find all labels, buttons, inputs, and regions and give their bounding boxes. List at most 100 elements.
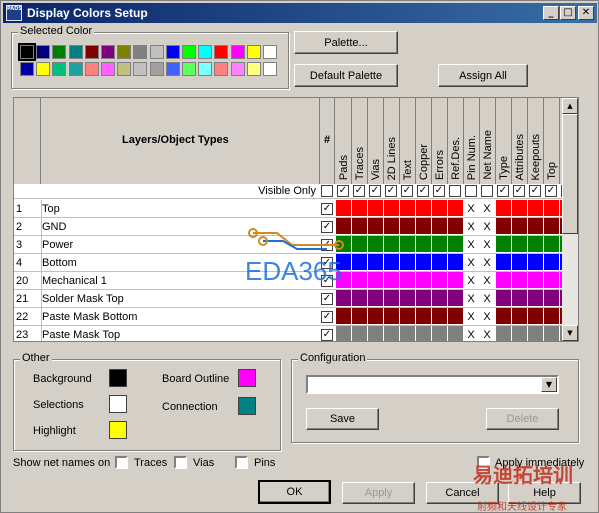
visible-checkbox[interactable]: ✓ — [513, 185, 525, 197]
save-button[interactable]: Save — [306, 408, 379, 430]
color-cell[interactable] — [528, 326, 544, 341]
visible-checkbox[interactable]: ✓ — [529, 185, 541, 197]
color-cell[interactable]: X — [464, 272, 480, 289]
palette-swatch[interactable] — [68, 45, 83, 59]
color-cell[interactable] — [448, 272, 464, 289]
board-outline-swatch[interactable] — [238, 369, 256, 387]
color-cell[interactable] — [432, 272, 448, 289]
column-header[interactable]: Pin Num. — [464, 98, 480, 184]
palette-swatch[interactable] — [230, 62, 245, 76]
color-cell[interactable] — [400, 200, 416, 217]
color-cell[interactable] — [432, 218, 448, 235]
palette-swatch[interactable] — [214, 45, 229, 59]
palette-swatch[interactable] — [198, 62, 213, 76]
color-cell[interactable] — [368, 272, 384, 289]
palette-swatch[interactable] — [246, 45, 261, 59]
color-cell[interactable] — [352, 236, 368, 253]
palette-swatch[interactable] — [263, 62, 277, 76]
close-button[interactable]: ✕ — [578, 6, 594, 20]
palette-swatch[interactable] — [117, 45, 132, 59]
color-cell[interactable]: X — [480, 254, 496, 271]
color-cell[interactable] — [400, 308, 416, 325]
column-header[interactable]: Attributes — [512, 98, 528, 184]
column-header[interactable]: Errors — [432, 98, 448, 184]
palette-swatch[interactable] — [133, 45, 148, 59]
column-header[interactable]: Keepouts — [528, 98, 544, 184]
color-cell[interactable] — [384, 272, 400, 289]
color-cell[interactable] — [496, 218, 512, 235]
color-cell[interactable]: X — [480, 326, 496, 341]
palette-swatch[interactable] — [36, 62, 51, 76]
color-cell[interactable] — [448, 326, 464, 341]
layer-visible-checkbox[interactable]: ✓ — [321, 329, 333, 341]
minimize-button[interactable]: _ — [543, 6, 559, 20]
color-cell[interactable] — [528, 290, 544, 307]
color-cell[interactable] — [528, 218, 544, 235]
vias-checkbox[interactable] — [174, 456, 187, 469]
column-header[interactable]: Copper — [416, 98, 432, 184]
column-header[interactable]: Top — [544, 98, 560, 184]
visible-checkbox[interactable]: ✓ — [433, 185, 445, 197]
color-cell[interactable] — [416, 272, 432, 289]
table-row[interactable]: 1 Top ✓ X X — [14, 200, 578, 218]
color-cell[interactable] — [448, 290, 464, 307]
color-cell[interactable] — [368, 218, 384, 235]
color-cell[interactable] — [512, 200, 528, 217]
color-cell[interactable] — [544, 218, 560, 235]
color-cell[interactable]: X — [464, 254, 480, 271]
column-header[interactable]: Text — [400, 98, 416, 184]
color-cell[interactable] — [416, 218, 432, 235]
column-header[interactable]: Type — [496, 98, 512, 184]
layer-color-grid[interactable]: Layers/Object Types # Pads Traces Vias 2D L… — [13, 97, 579, 342]
color-cell[interactable] — [432, 308, 448, 325]
color-cell[interactable]: X — [464, 290, 480, 307]
color-cell[interactable] — [512, 290, 528, 307]
color-cell[interactable] — [512, 326, 528, 341]
color-cell[interactable] — [336, 308, 352, 325]
color-cell[interactable] — [384, 254, 400, 271]
column-header[interactable]: Net Name — [480, 98, 496, 184]
assign-all-button[interactable]: Assign All — [438, 64, 528, 87]
palette-swatch[interactable] — [52, 62, 67, 76]
color-cell[interactable] — [496, 326, 512, 341]
color-cell[interactable] — [368, 200, 384, 217]
color-cell[interactable] — [352, 326, 368, 341]
color-cell[interactable] — [400, 290, 416, 307]
palette-swatch[interactable] — [18, 43, 36, 61]
visible-checkbox[interactable]: ✓ — [353, 185, 365, 197]
color-cell[interactable] — [384, 218, 400, 235]
color-cell[interactable] — [496, 254, 512, 271]
color-cell[interactable] — [512, 236, 528, 253]
palette-swatch[interactable] — [230, 45, 245, 59]
layer-visible-checkbox[interactable]: ✓ — [321, 293, 333, 305]
color-cell[interactable] — [528, 236, 544, 253]
color-cell[interactable] — [432, 200, 448, 217]
scroll-up-icon[interactable]: ▲ — [562, 98, 578, 114]
palette-button[interactable]: Palette... — [294, 31, 398, 54]
visible-checkbox[interactable]: ✓ — [545, 185, 557, 197]
layer-visible-checkbox[interactable]: ✓ — [321, 203, 333, 215]
color-cell[interactable]: X — [464, 308, 480, 325]
column-header[interactable]: Pads — [336, 98, 352, 184]
column-header[interactable]: Ref.Des. — [448, 98, 464, 184]
color-cell[interactable] — [416, 236, 432, 253]
column-header[interactable]: Vias — [368, 98, 384, 184]
visible-checkbox[interactable]: ✓ — [401, 185, 413, 197]
color-cell[interactable] — [368, 308, 384, 325]
palette-swatch[interactable] — [214, 62, 229, 76]
color-cell[interactable] — [432, 290, 448, 307]
color-cell[interactable] — [384, 200, 400, 217]
visible-checkbox[interactable]: ✓ — [497, 185, 509, 197]
color-cell[interactable] — [368, 326, 384, 341]
color-cell[interactable] — [336, 200, 352, 217]
color-cell[interactable] — [496, 308, 512, 325]
palette-swatch[interactable] — [52, 45, 67, 59]
color-cell[interactable] — [352, 218, 368, 235]
color-cell[interactable] — [512, 272, 528, 289]
visible-checkbox[interactable]: ✓ — [417, 185, 429, 197]
palette-swatch[interactable] — [36, 45, 51, 59]
color-cell[interactable] — [432, 236, 448, 253]
visible-checkbox[interactable] — [449, 185, 461, 197]
color-cell[interactable] — [368, 290, 384, 307]
color-cell[interactable] — [384, 236, 400, 253]
